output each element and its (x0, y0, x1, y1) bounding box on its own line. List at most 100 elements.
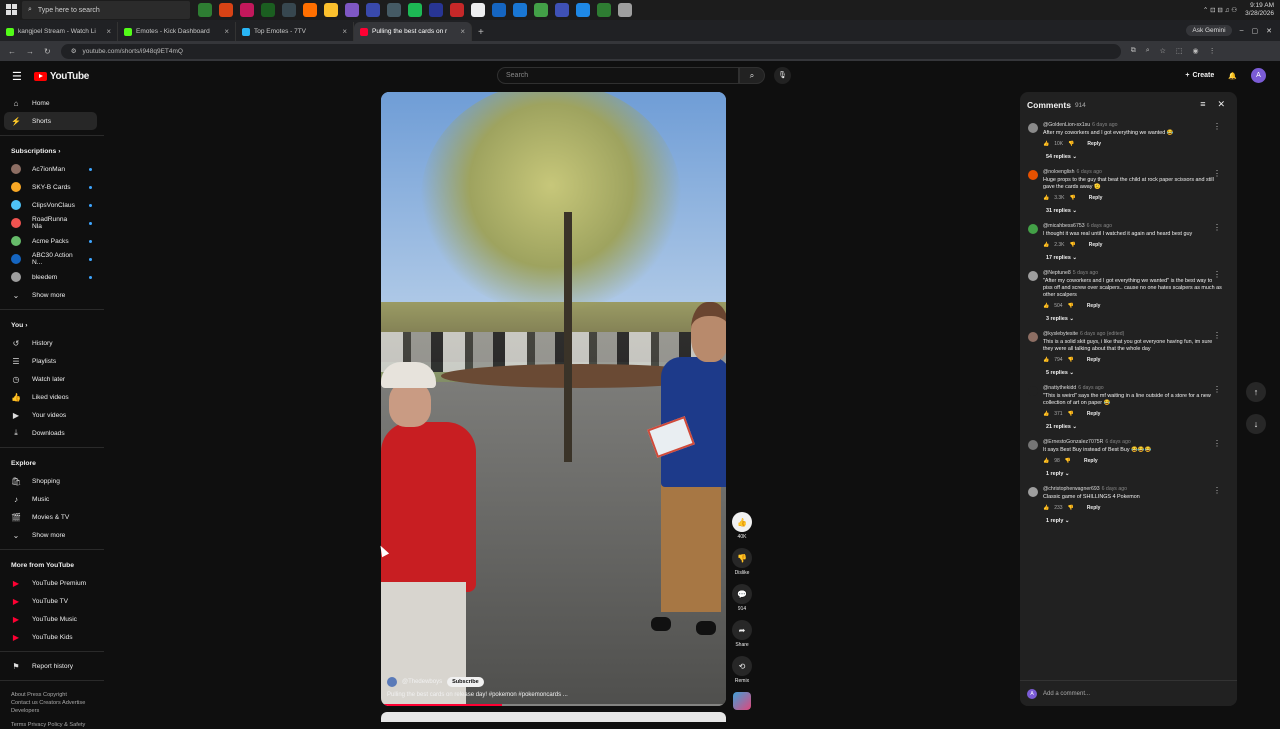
commenter-avatar[interactable] (1028, 224, 1038, 234)
sidebar-item-clock[interactable]: ◷ Watch later (0, 370, 104, 388)
bookmark-star-icon[interactable]: ☆ (1160, 47, 1166, 55)
sidebar-item-youtube-kids[interactable]: ▶ YouTube Kids (0, 628, 104, 646)
thumbs-down-icon[interactable]: 👎 (1068, 505, 1074, 511)
cast-icon[interactable]: ⧉ (1131, 47, 1136, 55)
sidebar-item-music[interactable]: ♪ Music (0, 490, 104, 508)
notifications-bell-icon[interactable]: 🔔 (1228, 72, 1237, 80)
view-replies-button[interactable]: 5 replies ⌄ (1043, 370, 1223, 376)
sidebar-item-youtube-tv[interactable]: ▶ YouTube TV (0, 592, 104, 610)
thumbs-up-icon[interactable]: 👍 (1043, 303, 1049, 309)
commenter-avatar[interactable] (1028, 170, 1038, 180)
address-bar[interactable]: ⚙ youtube.com/shorts/i948q9ET4mQ (60, 43, 1121, 59)
video-progress-bar[interactable] (381, 704, 726, 706)
thumbs-down-icon[interactable]: 👎 (1065, 458, 1071, 464)
comment-author[interactable]: @noloenglish (1043, 169, 1075, 175)
taskbar-app-icon[interactable] (576, 3, 590, 17)
sidebar-item-subscription[interactable]: Ac7ionMan (0, 160, 104, 178)
browser-tab[interactable]: Top Emotes - 7TV × (236, 22, 354, 41)
reply-button[interactable]: Reply (1084, 458, 1098, 464)
sidebar-item-youtube-music[interactable]: ▶ YouTube Music (0, 610, 104, 628)
youtube-logo[interactable]: YouTube (33, 71, 89, 82)
search-input[interactable]: Search (497, 67, 739, 84)
taskbar-search[interactable]: ⌕ Type here to search (22, 1, 190, 19)
show-more-subscriptions[interactable]: ⌄ Show more (0, 286, 104, 304)
comment-menu-icon[interactable]: ⋮ (1213, 122, 1221, 131)
clock[interactable]: 9:19 AM 3/28/2026 (1245, 2, 1274, 18)
comment-author[interactable]: @christopherwagner693 (1043, 486, 1100, 492)
taskbar-app-icon[interactable] (324, 3, 338, 17)
reply-button[interactable]: Reply (1089, 195, 1103, 201)
comment-author[interactable]: @GoldenLion-sx1su (1043, 122, 1090, 128)
sidebar-item-subscription[interactable]: SKY-B Cards (0, 178, 104, 196)
thumbs-up-icon[interactable]: 👍 (1043, 242, 1049, 248)
account-avatar[interactable]: A (1251, 68, 1266, 83)
taskbar-app-icon[interactable] (387, 3, 401, 17)
close-tab-icon[interactable]: × (106, 27, 111, 36)
comment-author[interactable]: @kyslebytesite (1043, 331, 1078, 337)
view-replies-button[interactable]: 54 replies ⌄ (1043, 154, 1223, 160)
minimize-icon[interactable]: – (1240, 27, 1244, 34)
thumbs-up-icon[interactable]: 👍 (1043, 458, 1049, 464)
like-button[interactable]: 👍 (732, 512, 752, 532)
thumbs-up-icon[interactable]: 👍 (1043, 411, 1049, 417)
comment-author[interactable]: @nattythekidd (1043, 385, 1076, 391)
taskbar-app-icon[interactable] (513, 3, 527, 17)
channel-avatar[interactable] (387, 677, 397, 687)
comments-button[interactable]: 💬 (732, 584, 752, 604)
channel-name[interactable]: @Thedewboys (402, 679, 442, 685)
taskbar-app-icon[interactable] (303, 3, 317, 17)
profile-icon[interactable]: ◉ (1193, 47, 1199, 55)
taskbar-app-icon[interactable] (597, 3, 611, 17)
commenter-avatar[interactable] (1028, 386, 1038, 396)
taskbar-app-icon[interactable] (345, 3, 359, 17)
comment-author[interactable]: @Neptune8 (1043, 270, 1071, 276)
sound-thumbnail[interactable] (733, 692, 751, 710)
dislike-button[interactable]: 👎 (732, 548, 752, 568)
taskbar-app-icon[interactable] (219, 3, 233, 17)
thumbs-up-icon[interactable]: 👍 (1043, 505, 1049, 511)
taskbar-app-icon[interactable] (198, 3, 212, 17)
sidebar-item-film[interactable]: 🎬 Movies & TV (0, 508, 104, 526)
comment-menu-icon[interactable]: ⋮ (1213, 385, 1221, 394)
taskbar-app-icon[interactable] (282, 3, 296, 17)
view-replies-button[interactable]: 1 reply ⌄ (1043, 518, 1223, 524)
commenter-avatar[interactable] (1028, 271, 1038, 281)
view-replies-button[interactable]: 1 reply ⌄ (1043, 471, 1223, 477)
search-button[interactable]: ⌕ (739, 67, 765, 84)
comment-menu-icon[interactable]: ⋮ (1213, 439, 1221, 448)
forward-icon[interactable]: → (26, 47, 34, 56)
taskbar-app-icon[interactable] (429, 3, 443, 17)
sort-icon[interactable]: ≡ (1200, 99, 1205, 110)
taskbar-app-icon[interactable] (555, 3, 569, 17)
view-replies-button[interactable]: 21 replies ⌄ (1043, 424, 1223, 430)
tray-icons[interactable]: ⌃ ⊡ ⊟ ♫ ⚇ (1203, 6, 1237, 14)
remix-button[interactable]: ⟲ (732, 656, 752, 676)
reply-button[interactable]: Reply (1087, 505, 1101, 511)
extensions-icon[interactable]: ⬚ (1176, 47, 1183, 55)
sidebar-item-history[interactable]: ↺ History (0, 334, 104, 352)
taskbar-app-icon[interactable] (366, 3, 380, 17)
footer-links[interactable]: About Press Copyright (11, 691, 104, 699)
sidebar-item-shopping-bag[interactable]: 🛍 Shopping (0, 472, 104, 490)
hamburger-menu-icon[interactable]: ☰ (12, 70, 22, 83)
show-more-explore[interactable]: ⌄ Show more (0, 526, 104, 544)
close-tab-icon[interactable]: × (224, 27, 229, 36)
subscribe-button[interactable]: Subscribe (447, 677, 484, 687)
menu-kebab-icon[interactable]: ⋮ (1209, 47, 1216, 55)
footer-links[interactable]: Developers (11, 707, 104, 715)
footer-links[interactable]: Terms Privacy Policy & Safety (11, 721, 104, 729)
previous-short-button[interactable]: ↑ (1246, 382, 1266, 402)
next-short-button[interactable]: ↓ (1246, 414, 1266, 434)
sidebar-item-thumbs-up[interactable]: 👍 Liked videos (0, 388, 104, 406)
comment-menu-icon[interactable]: ⋮ (1213, 486, 1221, 495)
site-info-icon[interactable]: ⚙ (71, 47, 77, 55)
taskbar-app-icon[interactable] (408, 3, 422, 17)
ask-gemini-button[interactable]: Ask Gemini (1186, 25, 1232, 36)
reply-button[interactable]: Reply (1087, 357, 1101, 363)
commenter-avatar[interactable] (1028, 123, 1038, 133)
comment-menu-icon[interactable]: ⋮ (1213, 270, 1221, 279)
thumbs-down-icon[interactable]: 👎 (1068, 411, 1074, 417)
close-icon[interactable]: ✕ (1217, 99, 1225, 110)
footer-links[interactable]: Contact us Creators Advertise (11, 699, 104, 707)
thumbs-up-icon[interactable]: 👍 (1043, 141, 1049, 147)
